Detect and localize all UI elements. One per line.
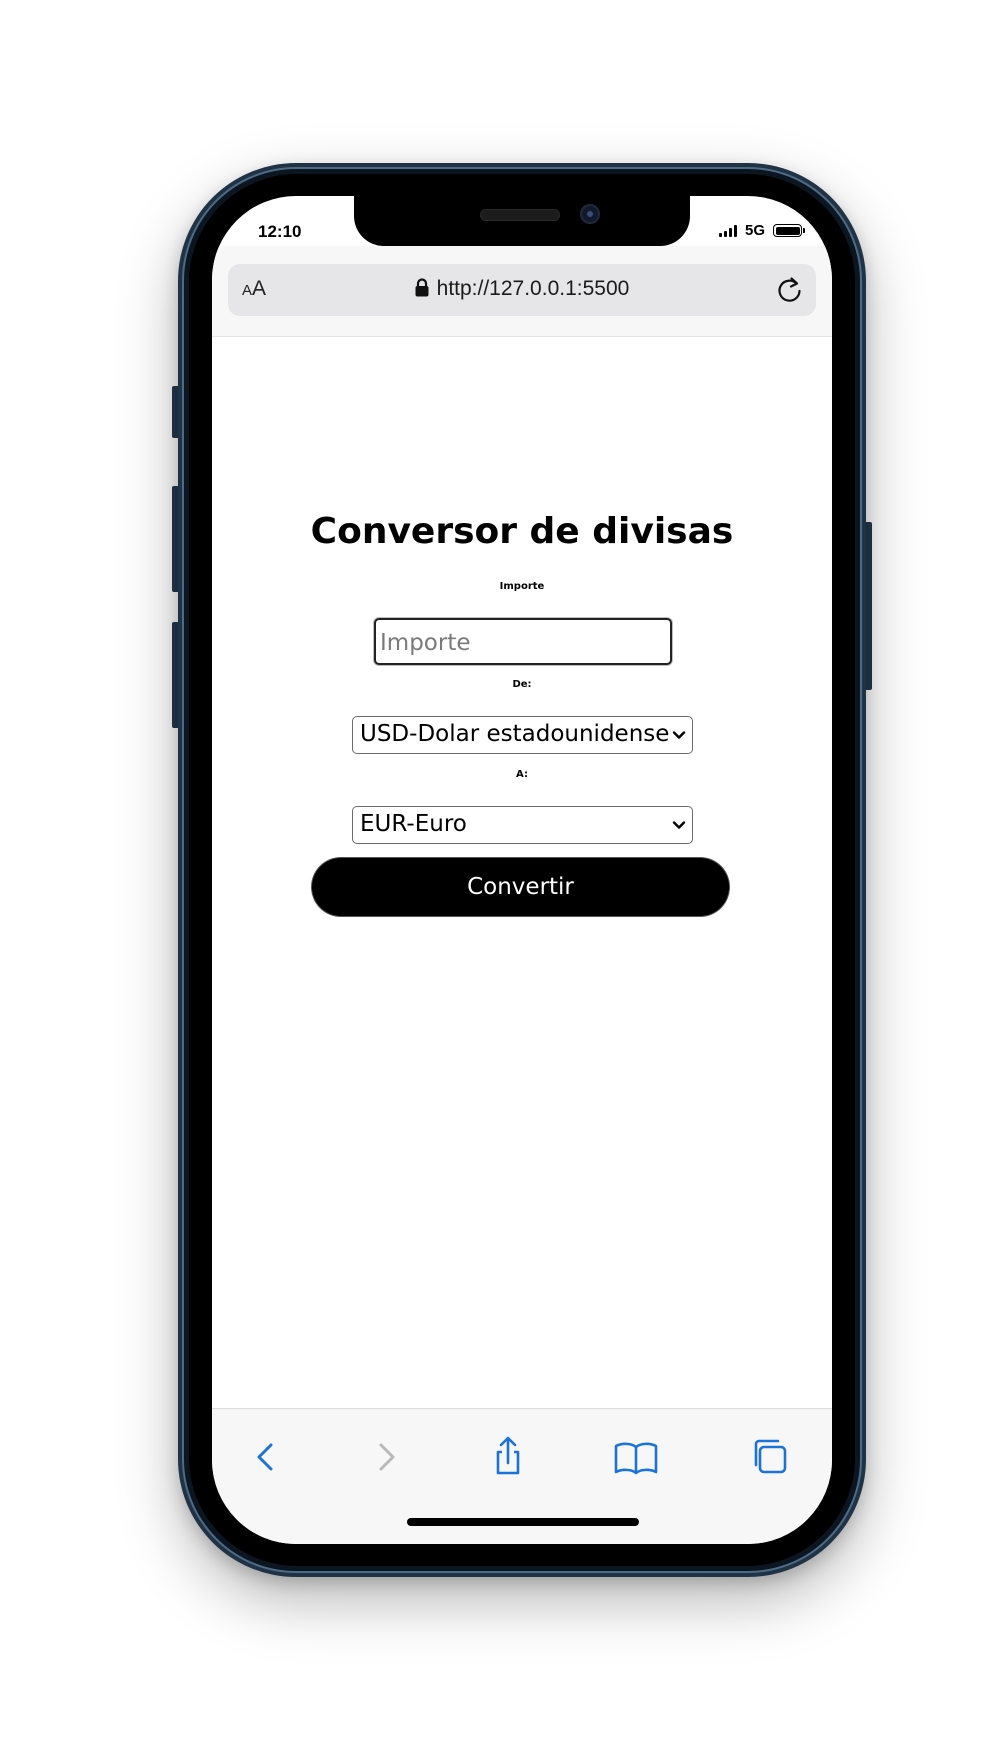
chevron-down-icon xyxy=(672,731,686,739)
chevron-down-icon xyxy=(672,821,686,829)
forward-button[interactable] xyxy=(362,1433,410,1481)
share-icon xyxy=(496,1436,520,1475)
amount-input[interactable] xyxy=(374,618,672,665)
share-button[interactable] xyxy=(484,1433,532,1481)
notch xyxy=(354,196,690,246)
from-currency-value: USD-Dolar estadounidense xyxy=(360,721,670,747)
reload-icon[interactable] xyxy=(774,274,806,306)
phone-screen: 12:10 5G AA http://127.0.0.1:5500 Conver… xyxy=(212,196,832,1544)
convert-button[interactable]: Convertir xyxy=(312,858,729,916)
front-camera-icon xyxy=(580,204,600,224)
web-page: Conversor de divisas Importe De: USD-Dol… xyxy=(212,337,832,1408)
browser-top-bar: AA http://127.0.0.1:5500 xyxy=(212,246,832,337)
status-indicators: 5G xyxy=(718,222,805,239)
from-label: De: xyxy=(512,679,532,690)
page-title: Conversor de divisas xyxy=(310,511,734,552)
to-currency-select[interactable]: EUR-Euro xyxy=(352,806,693,844)
tabs-icon xyxy=(754,1439,787,1474)
battery-fill xyxy=(775,226,800,235)
lock-icon xyxy=(415,278,429,303)
device-mockup: 12:10 5G AA http://127.0.0.1:5500 Conver… xyxy=(0,0,998,1752)
back-button[interactable] xyxy=(242,1433,290,1481)
speaker-grille xyxy=(480,209,560,221)
bookmarks-icon xyxy=(614,1442,658,1475)
status-time: 12:10 xyxy=(258,222,302,241)
from-currency-select[interactable]: USD-Dolar estadounidense xyxy=(352,716,693,754)
amount-label: Importe xyxy=(499,581,545,592)
url-display[interactable]: http://127.0.0.1:5500 xyxy=(228,277,816,303)
url-text: http://127.0.0.1:5500 xyxy=(436,277,630,300)
back-icon xyxy=(257,1443,273,1471)
network-type: 5G xyxy=(744,222,765,239)
to-currency-value: EUR-Euro xyxy=(360,811,467,837)
signal-icon xyxy=(718,224,737,237)
bookmarks-button[interactable] xyxy=(612,1433,660,1481)
to-label: A: xyxy=(516,769,528,780)
forward-icon xyxy=(379,1443,395,1471)
browser-toolbar xyxy=(212,1408,832,1544)
battery-icon xyxy=(773,224,805,237)
address-bar[interactable]: AA http://127.0.0.1:5500 xyxy=(228,264,816,316)
home-indicator xyxy=(407,1518,639,1526)
tabs-button[interactable] xyxy=(746,1433,794,1481)
